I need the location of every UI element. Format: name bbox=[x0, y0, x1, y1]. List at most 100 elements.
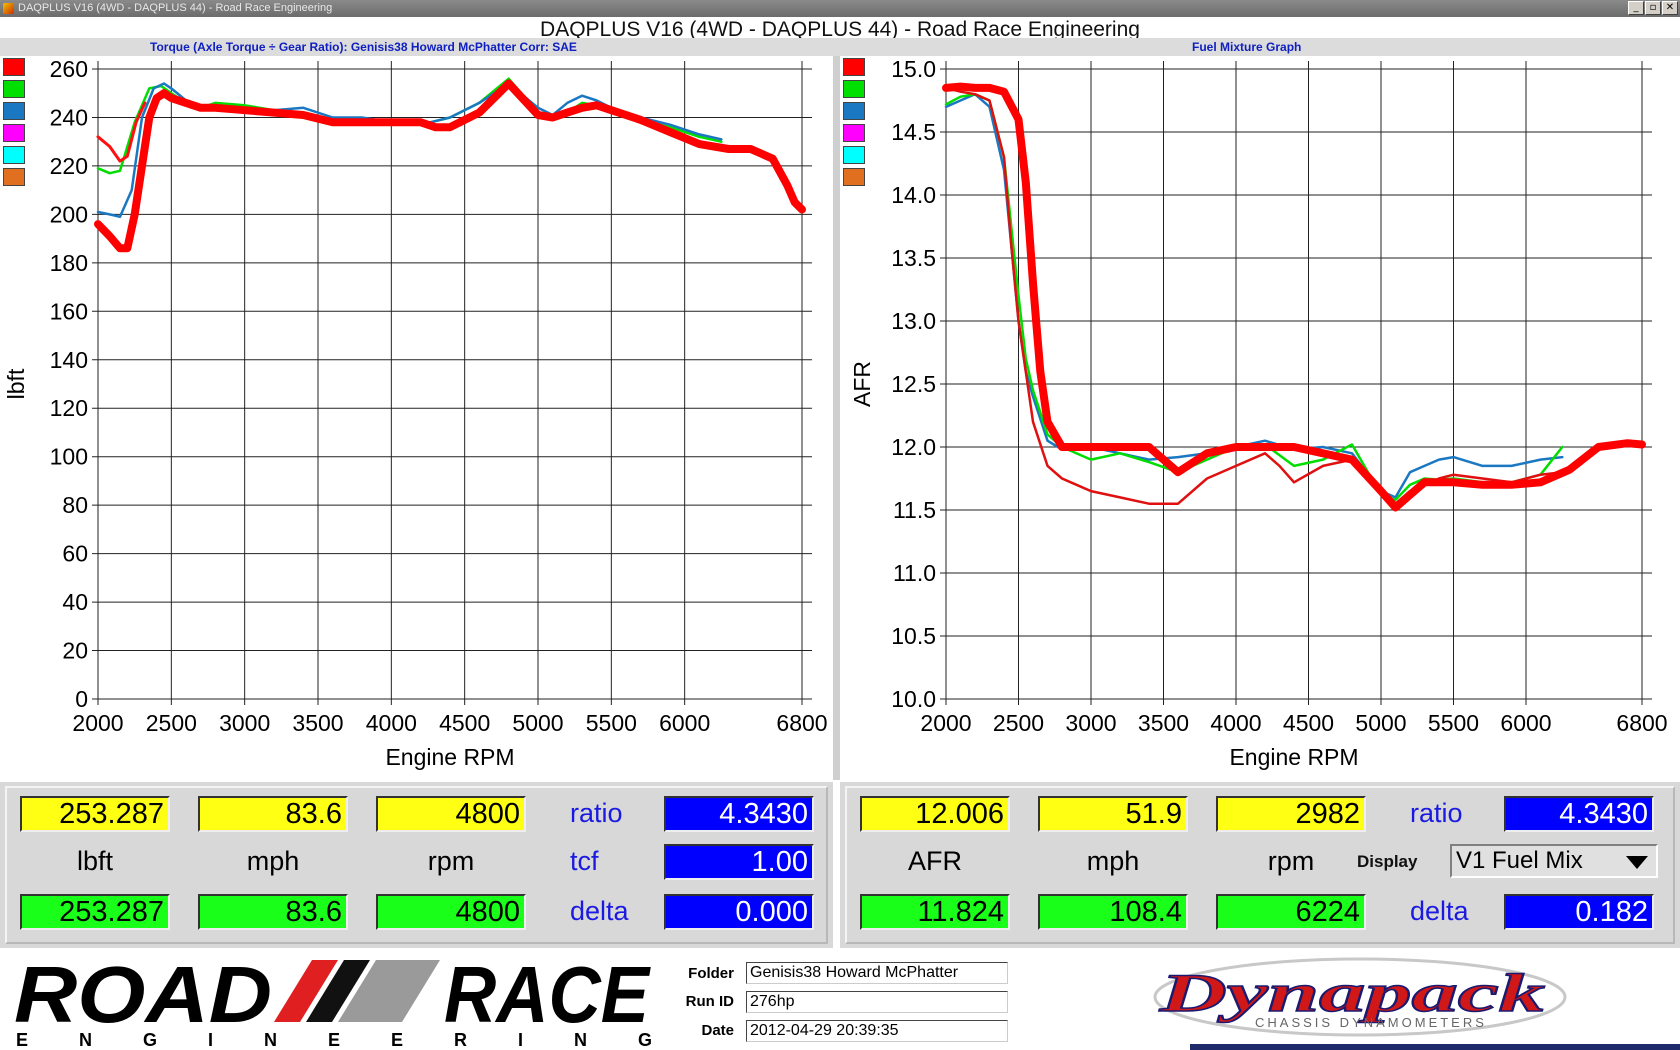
x-tick-label: 3500 bbox=[292, 710, 343, 736]
folder-label: Folder bbox=[688, 965, 734, 982]
fuel-readout-panel: 12.006 51.9 2982 AFR mph rpm 11.824 108.… bbox=[840, 782, 1680, 948]
panel-divider[interactable] bbox=[833, 56, 840, 780]
y-tick-label: 180 bbox=[50, 250, 88, 276]
x-tick-label: 4500 bbox=[1283, 710, 1334, 736]
x-tick-label: 2500 bbox=[146, 710, 197, 736]
display-select-value: V1 Fuel Mix bbox=[1456, 847, 1583, 874]
x-tick-label: 5500 bbox=[586, 710, 637, 736]
x-tick-label: 3000 bbox=[219, 710, 270, 736]
app-icon bbox=[3, 3, 14, 14]
ref-torque-field: 253.287 bbox=[20, 894, 170, 930]
tcf-label: tcf bbox=[570, 846, 599, 876]
torque-readout-panel: 253.287 83.6 4800 lbft mph rpm 253.287 8… bbox=[0, 782, 833, 948]
torque-graph-panel[interactable]: 0 20 40 60 80 100 120 140 160 180 200 220 240 260 2000… bbox=[0, 56, 834, 780]
y-tick-label: 60 bbox=[62, 541, 88, 567]
footer: ROAD RACE E N G I N E E R I N G Folder G… bbox=[0, 950, 1680, 1050]
x-tick-label: 5000 bbox=[512, 710, 563, 736]
x-tick-label: 5000 bbox=[1355, 710, 1406, 736]
fuel-graph-title: Fuel Mixture Graph bbox=[1192, 40, 1302, 54]
series-line-2 bbox=[944, 86, 1564, 505]
graph-subtitle-bar: Torque (Axle Torque ÷ Gear Ratio): Genis… bbox=[0, 38, 1680, 56]
date-label: Date bbox=[701, 1022, 734, 1039]
close-button[interactable]: ✕ bbox=[1662, 1, 1678, 15]
unit-rpm-label: rpm bbox=[427, 846, 475, 876]
restore-button[interactable]: ▫ bbox=[1645, 1, 1661, 15]
y-tick-label: 220 bbox=[50, 153, 88, 179]
display-button[interactable]: Display bbox=[1353, 850, 1422, 874]
unit-lbft-label: lbft bbox=[76, 846, 114, 876]
delta-field: 0.182 bbox=[1504, 894, 1654, 930]
ref-rpm-field: 4800 bbox=[376, 894, 526, 930]
ratio-field[interactable]: 4.3430 bbox=[1504, 796, 1654, 832]
x-axis-label: Engine RPM bbox=[1229, 744, 1358, 770]
ratio-field[interactable]: 4.3430 bbox=[664, 796, 814, 832]
y-tick-label: 80 bbox=[62, 492, 88, 518]
dropdown-arrow-icon[interactable] bbox=[1626, 856, 1648, 869]
delta-label: delta bbox=[570, 896, 629, 926]
y-tick-label: 0 bbox=[75, 686, 88, 712]
y-tick-label: 11.5 bbox=[893, 497, 936, 523]
ref-rpm-field: 6224 bbox=[1216, 894, 1366, 930]
unit-mph-label: mph bbox=[1086, 846, 1140, 876]
y-tick-label: 12.0 bbox=[891, 434, 936, 460]
y-tick-label: 12.5 bbox=[891, 371, 936, 397]
cursor-afr-field: 12.006 bbox=[860, 796, 1010, 832]
y-tick-label: 120 bbox=[50, 395, 88, 421]
y-tick-label: 13.0 bbox=[891, 308, 936, 334]
unit-rpm-label: rpm bbox=[1267, 846, 1315, 876]
y-tick-label: 140 bbox=[50, 347, 88, 373]
dynapack-logo: Dynapack CHASSIS DYNAMOMETERS bbox=[1153, 957, 1567, 1037]
ref-afr-field: 11.824 bbox=[860, 894, 1010, 930]
y-tick-label: 40 bbox=[62, 589, 88, 615]
folder-field[interactable]: Genisis38 Howard McPhatter bbox=[746, 962, 1008, 984]
delta-field: 0.000 bbox=[664, 894, 814, 930]
y-axis-label: AFR bbox=[849, 361, 875, 407]
ref-mph-field: 83.6 bbox=[198, 894, 348, 930]
x-tick-label: 3000 bbox=[1065, 710, 1116, 736]
y-tick-label: 160 bbox=[50, 298, 88, 324]
titlebar-text: DAQPLUS V16 (4WD - DAQPLUS 44) - Road Ra… bbox=[18, 2, 333, 14]
date-field[interactable]: 2012-04-29 20:39:35 bbox=[746, 1020, 1008, 1042]
x-tick-label: 4500 bbox=[439, 710, 490, 736]
fuel-readout-frame: 12.006 51.9 2982 AFR mph rpm 11.824 108.… bbox=[845, 786, 1675, 944]
dynapack-wordmark: Dynapack bbox=[1158, 963, 1545, 1023]
display-select[interactable]: V1 Fuel Mix bbox=[1450, 844, 1658, 878]
unit-mph-label: mph bbox=[246, 846, 300, 876]
window-titlebar: DAQPLUS V16 (4WD - DAQPLUS 44) - Road Ra… bbox=[0, 0, 1680, 17]
y-tick-label: 100 bbox=[50, 444, 88, 470]
fuel-graph-panel[interactable]: 10.0 10.5 11.0 11.5 12.0 12.5 13.0 13.5 14.0 14.5… bbox=[840, 56, 1680, 780]
unit-afr-label: AFR bbox=[908, 846, 962, 876]
torque-chart[interactable]: 0 20 40 60 80 100 120 140 160 180 200 220 240 260 2000… bbox=[0, 56, 833, 780]
torque-graph-title: Torque (Axle Torque ÷ Gear Ratio): Genis… bbox=[150, 40, 577, 54]
y-tick-label: 10.0 bbox=[891, 686, 936, 712]
series-line-3 bbox=[942, 82, 1646, 512]
cursor-mph-field: 51.9 bbox=[1038, 796, 1188, 832]
tcf-field[interactable]: 1.00 bbox=[664, 844, 814, 880]
x-tick-label: 6000 bbox=[1500, 710, 1551, 736]
cursor-torque-field: 253.287 bbox=[20, 796, 170, 832]
bottom-strip bbox=[1190, 1044, 1680, 1050]
x-tick-label: 2000 bbox=[72, 710, 123, 736]
x-axis-label: Engine RPM bbox=[385, 744, 514, 770]
x-tick-label: 2500 bbox=[993, 710, 1044, 736]
y-tick-label: 11.0 bbox=[893, 560, 936, 586]
minimize-button[interactable]: _ bbox=[1628, 1, 1644, 15]
runid-field[interactable]: 276hp bbox=[746, 991, 1008, 1013]
fuel-chart[interactable]: 10.0 10.5 11.0 11.5 12.0 12.5 13.0 13.5 14.0 14.5… bbox=[840, 56, 1680, 780]
dynapack-subtitle: CHASSIS DYNAMOMETERS bbox=[1255, 1015, 1487, 1030]
cursor-rpm-field: 4800 bbox=[376, 796, 526, 832]
y-tick-label: 15.0 bbox=[891, 56, 936, 82]
ratio-label: ratio bbox=[570, 798, 623, 828]
y-tick-label: 13.5 bbox=[891, 245, 936, 271]
x-tick-label: 5500 bbox=[1428, 710, 1479, 736]
x-tick-label: 4000 bbox=[1210, 710, 1261, 736]
cursor-mph-field: 83.6 bbox=[198, 796, 348, 832]
runid-label: Run ID bbox=[685, 993, 734, 1010]
x-tick-label: 6000 bbox=[659, 710, 710, 736]
torque-readout-frame: 253.287 83.6 4800 lbft mph rpm 253.287 8… bbox=[5, 786, 828, 944]
y-tick-label: 200 bbox=[50, 201, 88, 227]
y-tick-label: 10.5 bbox=[891, 623, 936, 649]
y-tick-label: 14.0 bbox=[891, 182, 936, 208]
x-tick-label: 2000 bbox=[920, 710, 971, 736]
ref-mph-field: 108.4 bbox=[1038, 894, 1188, 930]
